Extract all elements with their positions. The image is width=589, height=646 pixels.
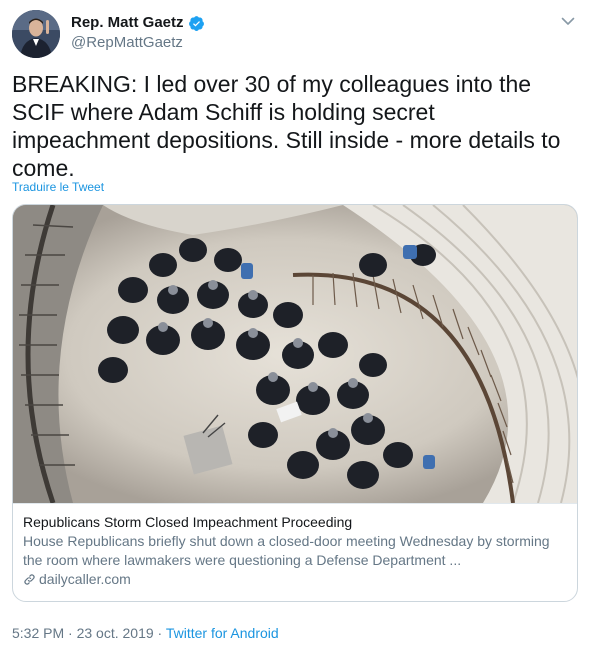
chevron-down-icon[interactable] (559, 12, 577, 30)
avatar[interactable] (12, 10, 60, 58)
tweet: Rep. Matt Gaetz @RepMattGaetz BREAKING: … (0, 0, 589, 646)
card-title: Republicans Storm Closed Impeachment Pro… (23, 514, 353, 530)
meta-separator: · (68, 625, 73, 641)
author-name[interactable]: Rep. Matt Gaetz (71, 14, 205, 32)
tweet-meta: 5:32 PM · 23 oct. 2019 · Twitter for And… (12, 624, 279, 642)
card-domain-text: dailycaller.com (39, 571, 131, 587)
tweet-time[interactable]: 5:32 PM (12, 625, 64, 641)
translate-tweet-link[interactable]: Traduire le Tweet (12, 179, 104, 195)
tweet-text: BREAKING: I led over 30 of my colleagues… (12, 71, 561, 181)
tweet-source-link[interactable]: Twitter for Android (166, 625, 279, 641)
link-card[interactable]: Republicans Storm Closed Impeachment Pro… (12, 204, 578, 602)
link-icon (24, 574, 35, 585)
avatar-image (12, 10, 60, 58)
author-handle[interactable]: @RepMattGaetz (71, 34, 183, 52)
card-description: House Republicans briefly shut down a cl… (23, 533, 550, 568)
card-domain: dailycaller.com (23, 570, 567, 589)
card-image (13, 205, 577, 503)
rotunda-photo (13, 205, 577, 503)
meta-separator-2: · (157, 625, 163, 641)
card-body: Republicans Storm Closed Impeachment Pro… (13, 503, 577, 601)
tweet-date[interactable]: 23 oct. 2019 (77, 625, 154, 641)
verified-badge-icon (188, 15, 204, 31)
author-name-text: Rep. Matt Gaetz (71, 14, 184, 31)
